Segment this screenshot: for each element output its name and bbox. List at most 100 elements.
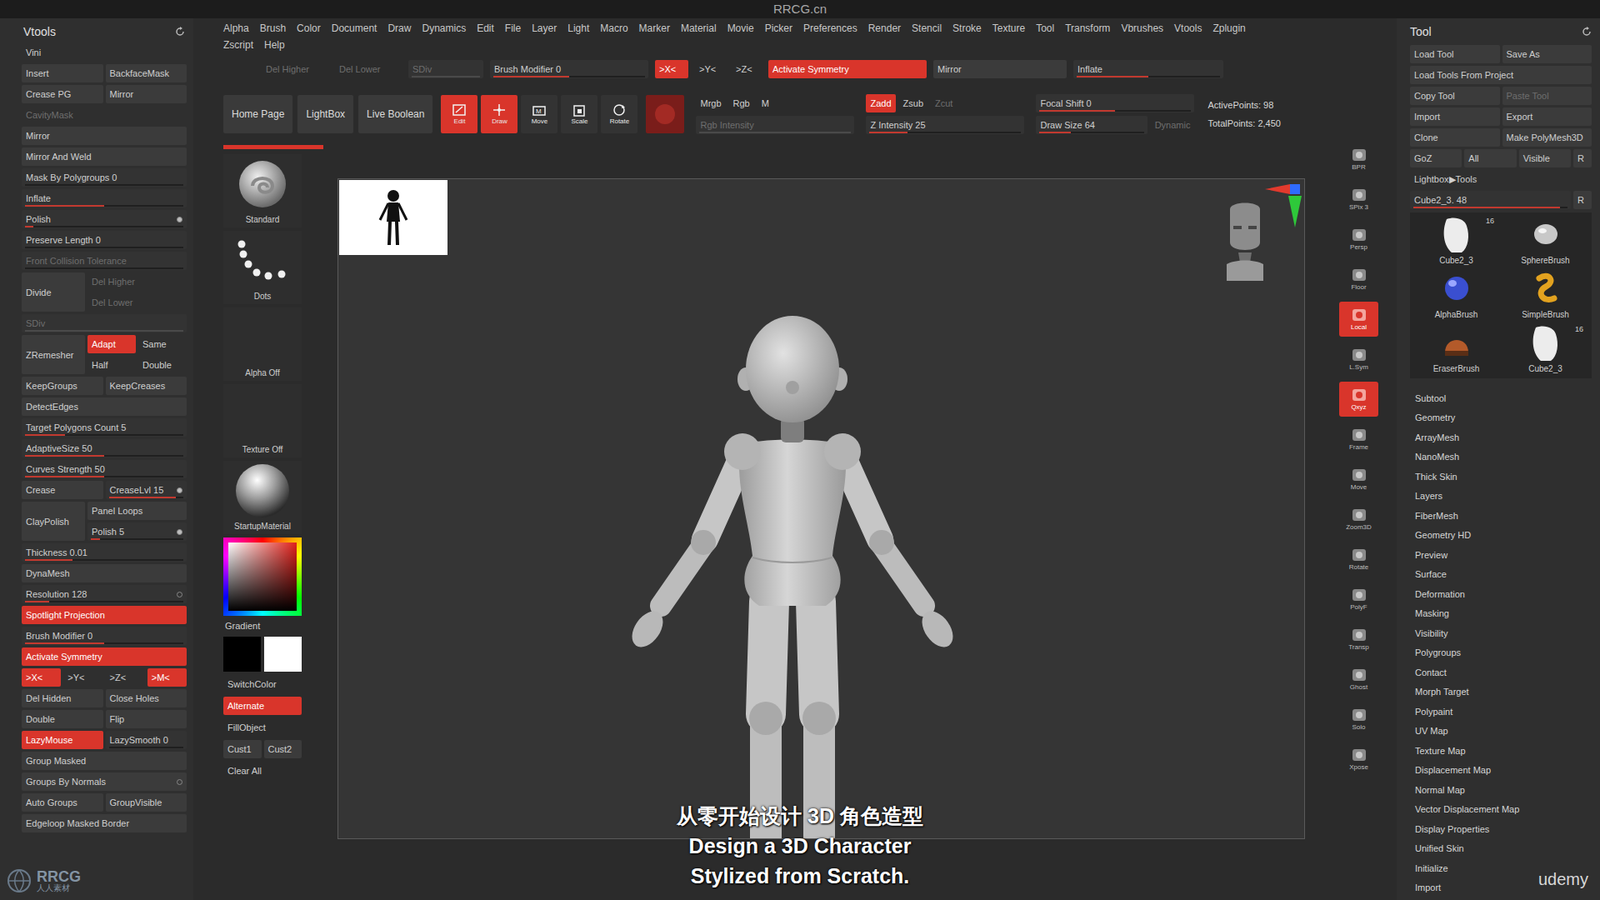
slider[interactable]: Brush Modifier 0 <box>21 626 187 645</box>
slider[interactable]: Target Polygons Count 5 <box>21 418 187 437</box>
tool-button[interactable]: Export <box>1502 107 1593 126</box>
tool-menu-item[interactable]: Texture Map <box>1415 740 1592 761</box>
tool-button[interactable]: Rgb <box>729 94 755 113</box>
tool-button[interactable]: Groups By Normals <box>21 772 187 791</box>
menu-item[interactable]: Layer <box>531 20 557 36</box>
tool-button[interactable]: Dynamic <box>1150 115 1195 135</box>
slider[interactable]: Brush Modifier 0 <box>490 60 649 79</box>
nav-button[interactable]: LightBox <box>297 95 354 134</box>
main-color[interactable] <box>223 636 261 672</box>
tool-button[interactable]: Paste Tool <box>1502 86 1593 105</box>
tool-button[interactable]: Flip <box>105 710 188 729</box>
tool-button[interactable]: >Z< <box>105 668 145 687</box>
tool-button[interactable]: Clear All <box>223 761 302 780</box>
slider[interactable]: Z Intensity 25 <box>865 115 1025 135</box>
refresh-icon[interactable] <box>175 26 185 37</box>
toggle-dot[interactable] <box>176 779 183 785</box>
menu-item[interactable]: Stroke <box>952 20 982 36</box>
menu-item[interactable]: Brush <box>260 20 286 36</box>
tool-mode-button[interactable]: Rotate <box>600 95 638 134</box>
tool-menu-item[interactable]: Geometry HD <box>1415 525 1592 546</box>
view-button[interactable]: L.Sym <box>1339 341 1379 377</box>
tool-button[interactable]: Half <box>87 355 136 375</box>
menu-item[interactable]: Transform <box>1065 20 1110 36</box>
tool-button[interactable]: KeepCreases <box>105 376 188 395</box>
menu-item[interactable]: Draw <box>387 20 411 36</box>
tool-button[interactable]: Spotlight Projection <box>21 605 187 625</box>
tool-button[interactable]: DynaMesh <box>21 564 187 583</box>
tool-menu-item[interactable]: Contact <box>1415 662 1592 683</box>
slider[interactable]: Preserve Length 0 <box>21 230 187 250</box>
tool-button[interactable]: All <box>1464 149 1516 168</box>
tool-button[interactable]: FillObject <box>223 718 302 737</box>
tool-thumb[interactable]: EraserBrush <box>1413 324 1500 375</box>
picker-ring[interactable] <box>223 537 302 616</box>
menu-item[interactable]: Render <box>868 20 901 36</box>
tool-menu-item[interactable]: FiberMesh <box>1415 505 1592 526</box>
tool-menu-item[interactable]: Deformation <box>1415 584 1592 605</box>
tool-menu-item[interactable]: Unified Skin <box>1415 839 1592 860</box>
tool-button[interactable]: ClayPolish <box>21 501 85 541</box>
menu-item[interactable]: Dynamics <box>421 20 466 36</box>
menu-item[interactable]: Material <box>680 20 717 36</box>
character-mannequin[interactable] <box>625 314 960 840</box>
tool-thumb[interactable]: SphereBrush <box>1502 215 1589 267</box>
shelf-thumb[interactable]: Alpha Off <box>223 307 302 381</box>
menu-item[interactable]: File <box>505 20 521 36</box>
tool-button[interactable]: Crease PG <box>21 85 104 104</box>
tool-button[interactable]: ZRemesher <box>21 335 85 375</box>
tool-button[interactable]: CavityMask <box>21 105 187 125</box>
toggle-dot[interactable] <box>176 529 183 535</box>
tool-thumb[interactable]: 16Cube2_3 <box>1502 324 1589 375</box>
tool-button[interactable]: Divide <box>21 272 85 312</box>
secondary-color[interactable] <box>264 636 302 672</box>
tool-button[interactable]: Mrgb <box>695 94 725 113</box>
view-button[interactable]: Floor <box>1339 261 1379 297</box>
tool-button[interactable]: Mirror <box>105 85 188 104</box>
tool-button[interactable]: Del Lower <box>87 293 187 312</box>
tool-button[interactable]: Cust1 <box>223 740 262 759</box>
tool-button[interactable]: Load Tool <box>1410 45 1500 64</box>
view-button[interactable]: Transp <box>1339 621 1379 657</box>
tool-button[interactable]: Mirror <box>933 60 1067 79</box>
tool-button[interactable]: Panel Loops <box>87 501 187 520</box>
tool-button[interactable]: Copy Tool <box>1410 86 1500 105</box>
menu-item[interactable]: Light <box>567 20 590 36</box>
view-button[interactable]: Solo <box>1339 701 1379 737</box>
slider[interactable]: Focal Shift 0 <box>1035 94 1195 113</box>
tool-button[interactable]: Vini <box>21 43 187 62</box>
tool-menu-item[interactable]: Polygroups <box>1415 643 1592 664</box>
slider[interactable]: SDiv <box>408 60 484 79</box>
tool-menu-item[interactable]: Layers <box>1415 486 1592 507</box>
tool-button[interactable]: >Z< <box>731 60 762 79</box>
menu-item[interactable]: Alpha <box>223 20 250 36</box>
tool-button[interactable]: Load Tools From Project <box>1410 65 1592 85</box>
tool-thumb[interactable]: 16Cube2_3 <box>1413 215 1500 267</box>
toggle-dot[interactable] <box>176 216 183 223</box>
tool-thumb[interactable]: SimpleBrush <box>1502 270 1589 321</box>
tool-button[interactable]: Adapt <box>87 335 136 354</box>
menu-item[interactable]: Document <box>331 20 378 36</box>
view-button[interactable]: Qxyz <box>1339 381 1379 417</box>
tool-button[interactable]: GroupVisible <box>105 793 188 812</box>
menu-item[interactable]: Stencil <box>911 20 942 36</box>
tool-menu-item[interactable]: UV Map <box>1415 721 1592 742</box>
tool-menu-item[interactable]: Thick Skin <box>1415 466 1592 487</box>
tool-button[interactable]: LazyMouse <box>21 730 104 750</box>
shelf-thumb[interactable]: Dots <box>223 230 302 305</box>
menu-item[interactable]: Zplugin <box>1212 20 1245 36</box>
tool-menu-item[interactable]: Displacement Map <box>1415 760 1592 781</box>
tool-button[interactable]: Save As <box>1502 45 1593 64</box>
tool-button[interactable]: SwitchColor <box>223 675 302 694</box>
tool-thumb[interactable]: AlphaBrush <box>1413 270 1500 321</box>
tool-button[interactable]: Edgeloop Masked Border <box>21 814 187 833</box>
shelf-thumb[interactable]: StartupMaterial <box>223 460 302 535</box>
tool-mode-button[interactable]: MMove <box>520 95 558 134</box>
slider[interactable]: Mask By Polygroups 0 <box>21 168 187 187</box>
head-gizmo[interactable] <box>1221 200 1269 285</box>
tool-button[interactable]: Same <box>138 335 187 354</box>
tool-button[interactable]: R <box>1573 149 1592 168</box>
tool-menu-item[interactable]: NanoMesh <box>1415 447 1592 468</box>
tool-mode-button[interactable]: Scale <box>560 95 598 134</box>
tool-button[interactable]: KeepGroups <box>21 376 104 395</box>
